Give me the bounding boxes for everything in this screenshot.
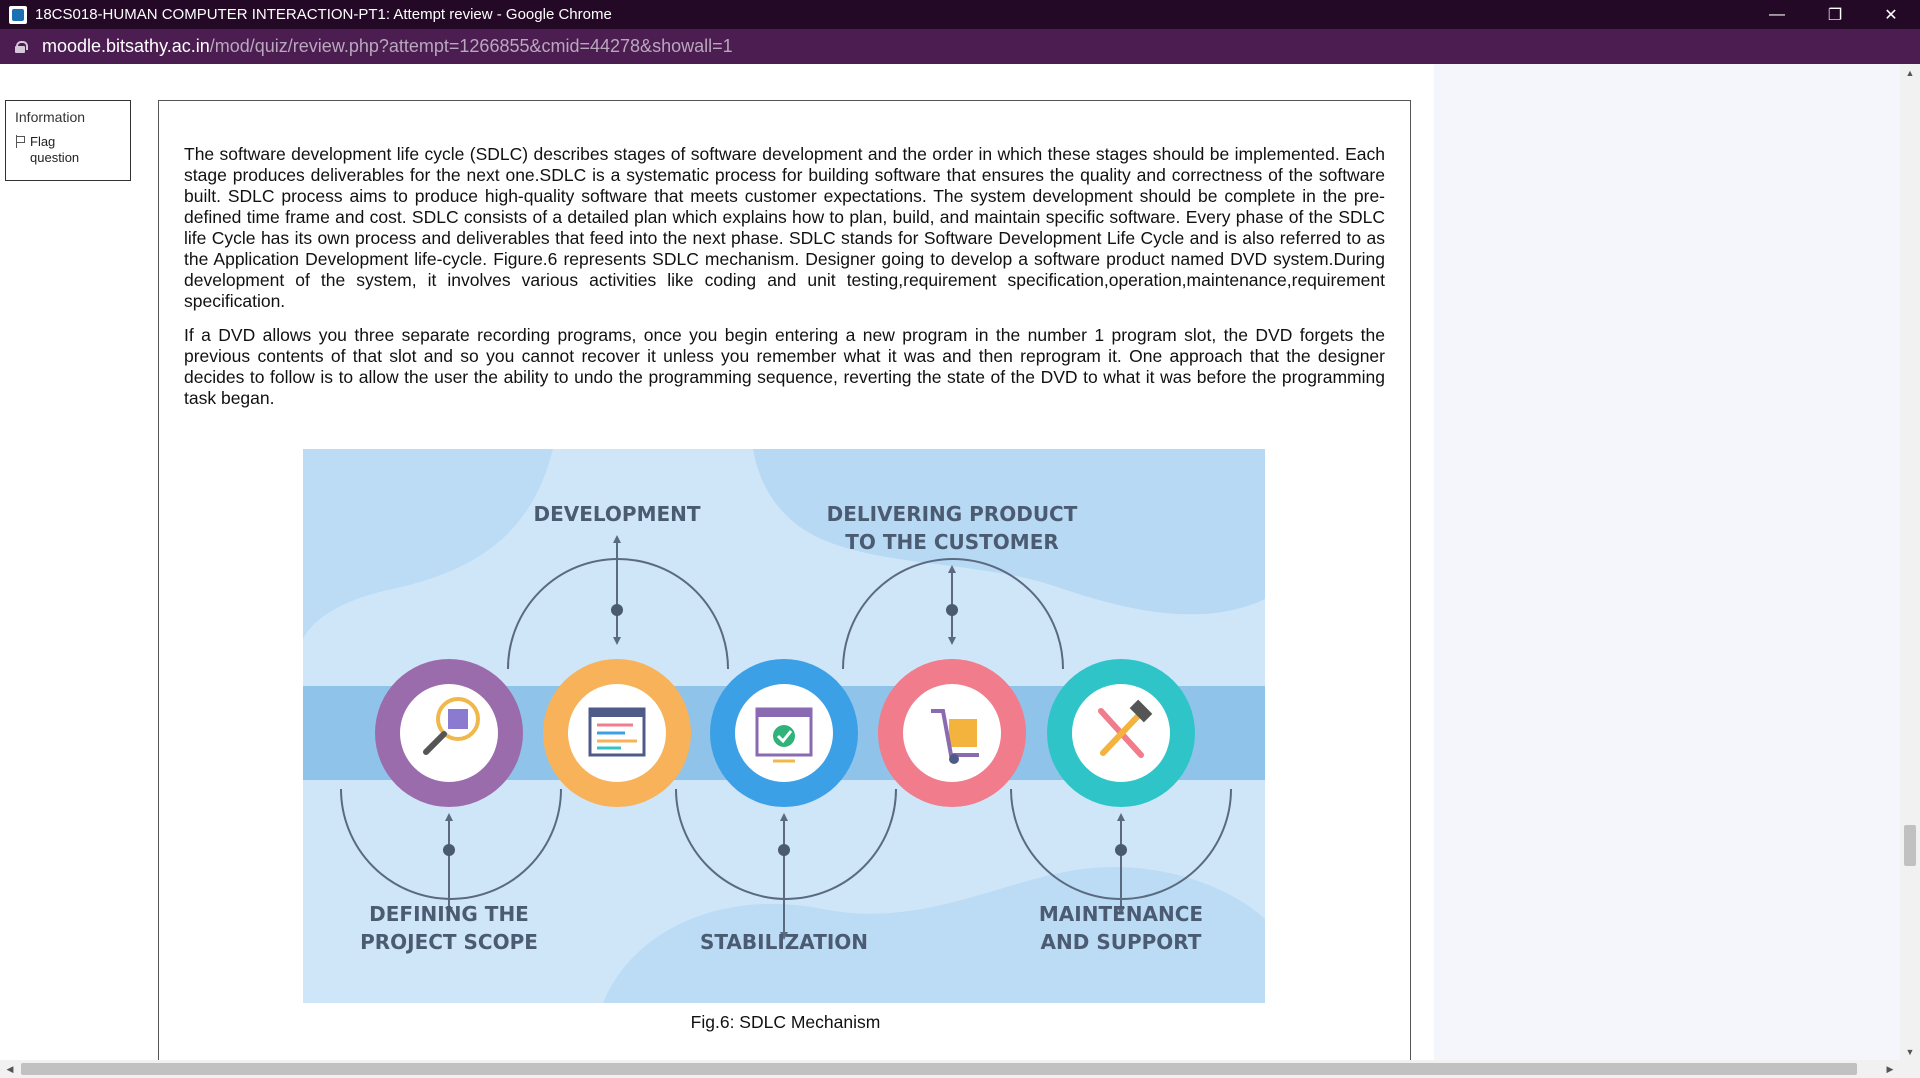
node-maintenance bbox=[1115, 844, 1127, 856]
node-defining bbox=[443, 844, 455, 856]
label-defining-line-2: PROJECT SCOPE bbox=[360, 930, 538, 954]
label-stabilization: STABILIZATION bbox=[700, 930, 868, 954]
window-title: 18CS018-HUMAN COMPUTER INTERACTION-PT1: … bbox=[35, 6, 612, 23]
lock-icon bbox=[15, 40, 28, 53]
page-right-region bbox=[1434, 64, 1900, 1060]
label-delivering-line-1: DELIVERING PRODUCT bbox=[827, 502, 1078, 526]
label-delivering-line-2: TO THE CUSTOMER bbox=[845, 530, 1059, 554]
horizontal-scrollbar[interactable]: ◀ ▶ bbox=[0, 1060, 1920, 1078]
stage-inner-defining bbox=[400, 684, 498, 782]
scroll-right-arrow-icon[interactable]: ▶ bbox=[1880, 1060, 1900, 1078]
question-info-block: Information Flag question bbox=[5, 100, 131, 181]
scroll-up-arrow-icon[interactable]: ▲ bbox=[1900, 64, 1920, 81]
url-text[interactable]: moodle.bitsathy.ac.in/mod/quiz/review.ph… bbox=[42, 36, 733, 57]
stage-development bbox=[543, 659, 691, 807]
vertical-scroll-thumb[interactable] bbox=[1904, 825, 1916, 866]
flag-question-link[interactable]: Flag question bbox=[15, 134, 121, 166]
url-host: moodle.bitsathy.ac.in bbox=[42, 36, 210, 56]
label-development: DEVELOPMENT bbox=[533, 502, 700, 526]
stage-maintenance bbox=[1047, 659, 1195, 807]
stage-delivering bbox=[878, 659, 1026, 807]
question-paragraph-1: The software development life cycle (SDL… bbox=[184, 144, 1385, 311]
restore-button[interactable]: ❐ bbox=[1806, 0, 1864, 29]
stage-defining bbox=[375, 659, 523, 807]
node-development bbox=[611, 604, 623, 616]
horizontal-scroll-thumb[interactable] bbox=[21, 1063, 1857, 1075]
flag-question-label: Flag question bbox=[30, 134, 80, 165]
sdlc-diagram: DEVELOPMENT DELIVERING PRODUCT TO THE CU… bbox=[303, 449, 1265, 1003]
page-viewport: Information Flag question The software d… bbox=[0, 64, 1920, 1060]
stage-stabilization bbox=[710, 659, 858, 807]
question-paragraph-2: If a DVD allows you three separate recor… bbox=[184, 325, 1385, 408]
address-bar[interactable]: moodle.bitsathy.ac.in/mod/quiz/review.ph… bbox=[0, 29, 1920, 64]
window-title-bar: 18CS018-HUMAN COMPUTER INTERACTION-PT1: … bbox=[0, 0, 1920, 29]
information-label: Information bbox=[15, 109, 86, 125]
code-window-icon bbox=[588, 707, 646, 757]
chrome-app-icon bbox=[9, 5, 27, 24]
scroll-down-arrow-icon[interactable]: ▼ bbox=[1900, 1043, 1920, 1060]
vertical-scrollbar[interactable]: ▲ ▼ bbox=[1900, 64, 1920, 1060]
label-maintenance-line-2: AND SUPPORT bbox=[1041, 930, 1202, 954]
flag-icon bbox=[15, 135, 27, 149]
node-stabilization bbox=[778, 844, 790, 856]
close-button[interactable]: ✕ bbox=[1862, 0, 1920, 29]
label-maintenance-line-1: MAINTENANCE bbox=[1039, 902, 1203, 926]
figure-caption: Fig.6: SDLC Mechanism bbox=[690, 1012, 881, 1032]
minimize-button[interactable]: — bbox=[1748, 0, 1806, 29]
check-window-icon bbox=[755, 707, 813, 763]
node-delivering bbox=[946, 604, 958, 616]
scroll-left-arrow-icon[interactable]: ◀ bbox=[0, 1060, 20, 1078]
url-path: /mod/quiz/review.php?attempt=1266855&cmi… bbox=[209, 36, 733, 56]
question-content: The software development life cycle (SDL… bbox=[158, 100, 1411, 1060]
label-defining-line-1: DEFINING THE bbox=[369, 902, 529, 926]
